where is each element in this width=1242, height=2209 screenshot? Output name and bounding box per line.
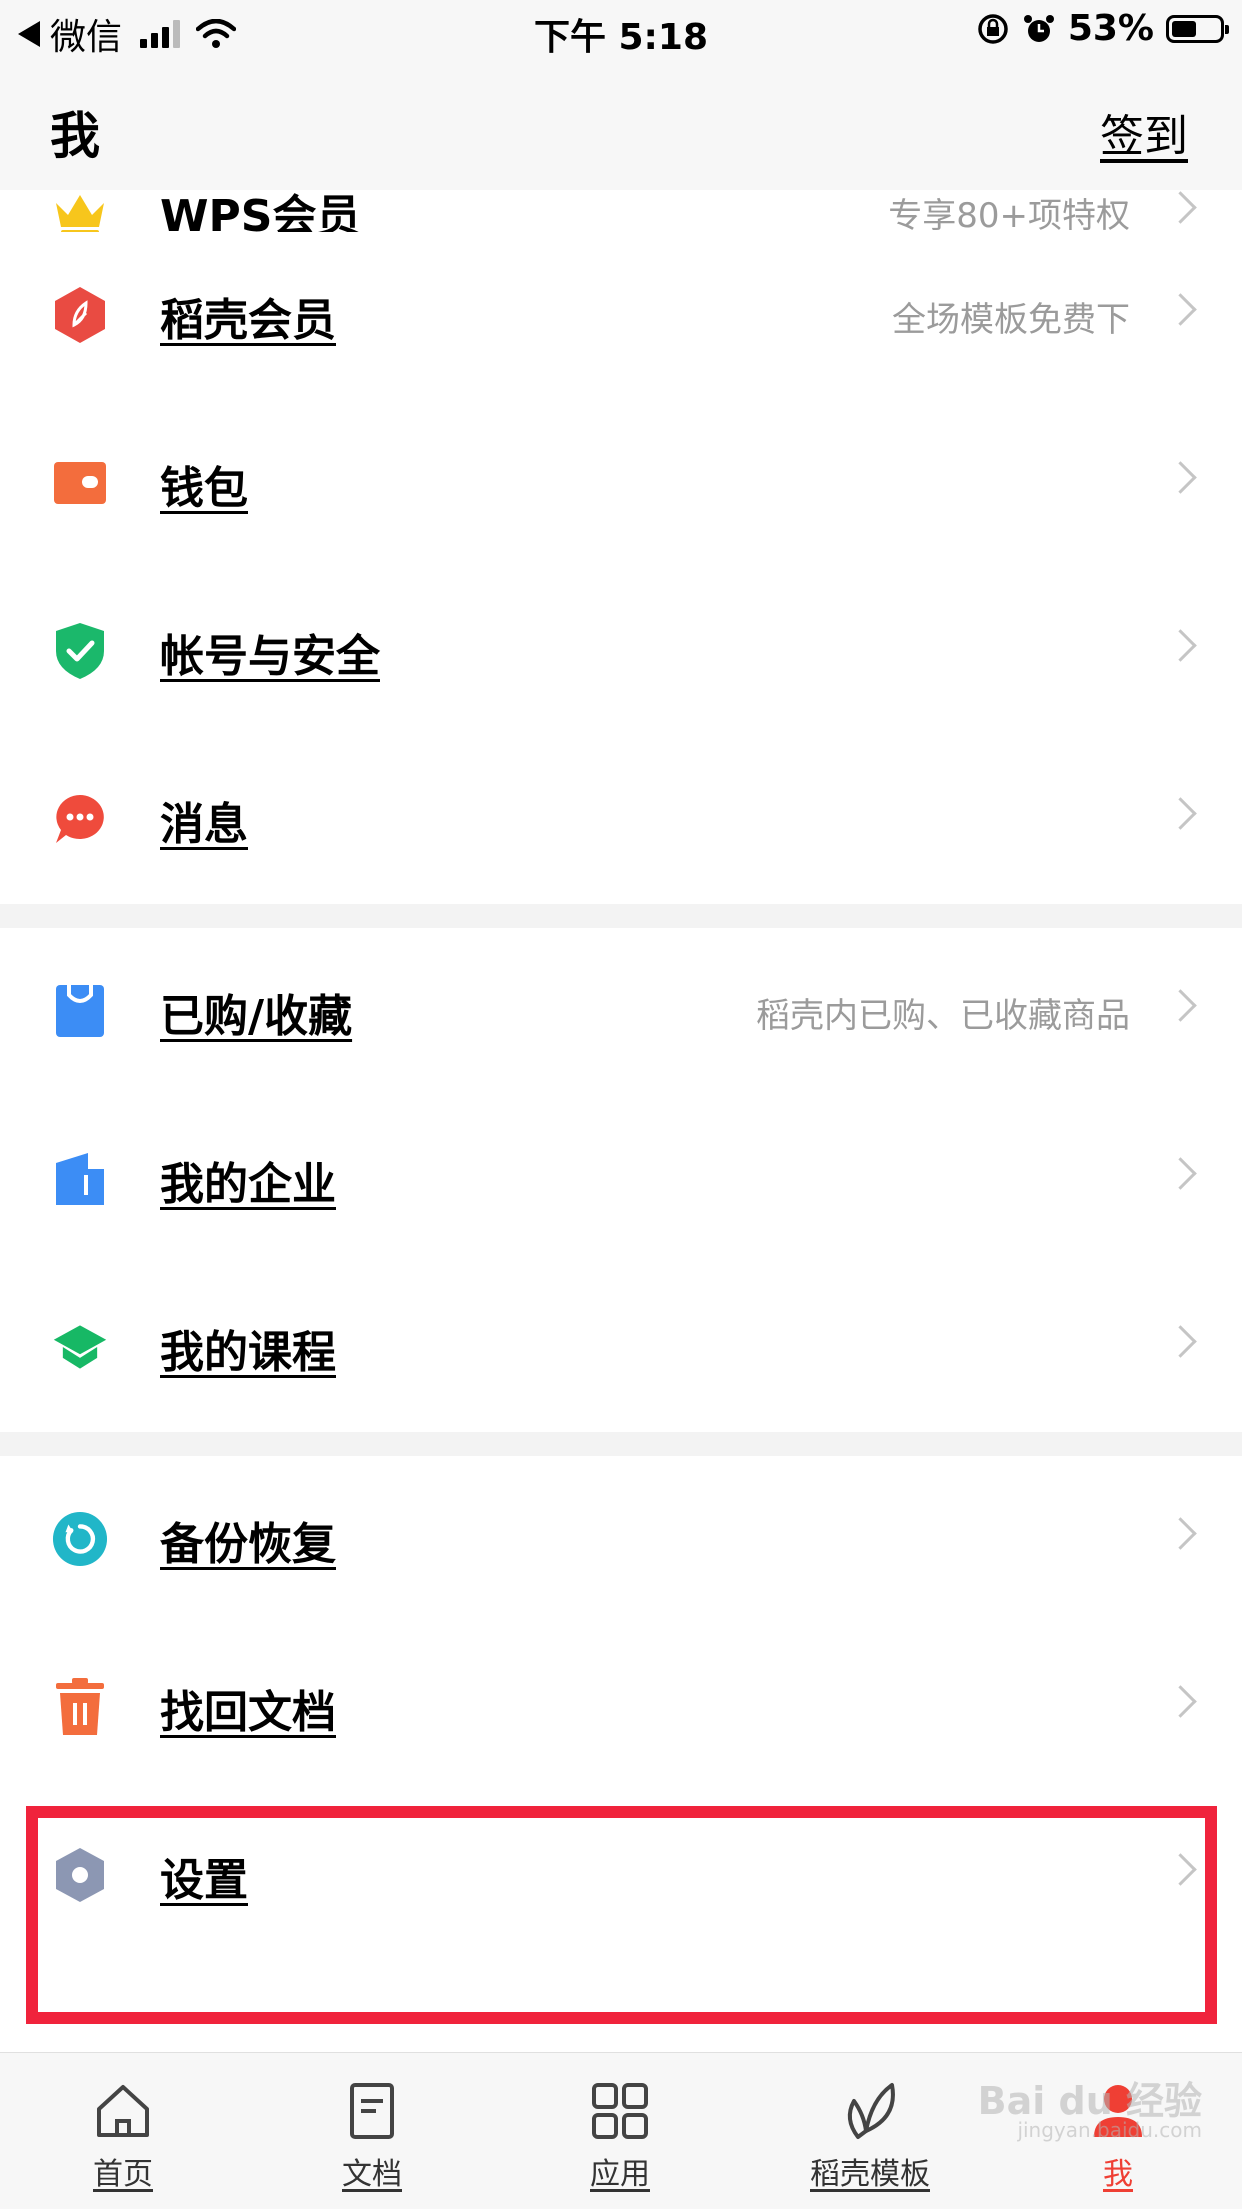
shopping-bag-icon	[52, 981, 108, 1041]
status-bar: 微信 下午 5:18 53%	[0, 0, 1242, 64]
menu-item-wallet[interactable]: 钱包	[0, 400, 1242, 568]
chevron-right-icon	[1164, 1685, 1197, 1718]
menu-item-label: 设置	[160, 1855, 248, 1906]
nav-bar: 我 签到	[0, 64, 1242, 191]
menu-item-label: 已购/收藏	[160, 991, 353, 1042]
menu-item-purchased[interactable]: 已购/收藏 稻壳内已购、已收藏商品	[0, 928, 1242, 1096]
trash-icon	[52, 1677, 108, 1737]
tab-docer-templates[interactable]: 稻壳模板	[780, 2079, 960, 2193]
menu-item-subtext: 稻壳内已购、已收藏商品	[756, 996, 1130, 1036]
tab-me[interactable]: 我	[1028, 2079, 1208, 2193]
tab-label: 我	[1103, 2157, 1133, 2192]
chat-bubble-icon	[52, 789, 108, 849]
alarm-icon	[1023, 14, 1054, 42]
chevron-right-icon	[1164, 1517, 1197, 1550]
status-right: 53%	[976, 8, 1229, 49]
menu-item-backup-restore[interactable]: 备份恢复	[0, 1456, 1242, 1624]
battery-percent: 53%	[1067, 8, 1154, 49]
chevron-right-icon	[1164, 1157, 1197, 1190]
menu-item-account-security[interactable]: 帐号与安全	[0, 568, 1242, 736]
wallet-icon	[52, 453, 108, 513]
chevron-right-icon	[1164, 191, 1197, 224]
section-divider	[0, 904, 1242, 928]
menu-item-label: 稻壳会员	[160, 295, 336, 346]
menu-item-label: 钱包	[160, 463, 248, 514]
tab-label: 文档	[342, 2157, 402, 2192]
menu-item-settings[interactable]: 设置	[0, 1792, 1242, 1960]
backup-restore-icon	[52, 1509, 108, 1569]
menu-item-messages[interactable]: 消息	[0, 736, 1242, 904]
tab-label: 稻壳模板	[810, 2157, 930, 2192]
settings-menu: WPS会员 专享80+项特权 稻壳会员 全场模板免费下 钱包 帐号与安全 消息	[0, 190, 1242, 1960]
menu-item-recover-documents[interactable]: 找回文档	[0, 1624, 1242, 1792]
chevron-right-icon	[1164, 461, 1197, 494]
page-title: 我	[50, 107, 100, 165]
document-icon	[350, 2083, 394, 2139]
menu-item-docer-member[interactable]: 稻壳会员 全场模板免费下	[0, 232, 1242, 400]
menu-item-subtext: 全场模板免费下	[892, 300, 1130, 340]
docer-hexagon-icon	[52, 285, 108, 345]
apps-grid-icon	[592, 2083, 648, 2139]
building-icon	[52, 1149, 108, 1209]
chevron-right-icon	[1164, 989, 1197, 1022]
chevron-right-icon	[1164, 1853, 1197, 1886]
tab-label: 首页	[93, 2157, 153, 2192]
menu-item-label: 帐号与安全	[160, 631, 380, 682]
section-divider	[0, 1432, 1242, 1456]
menu-item-enterprise[interactable]: 我的企业	[0, 1096, 1242, 1264]
leaf-icon	[847, 2083, 895, 2139]
graduation-cap-icon	[52, 1317, 108, 1377]
menu-item-courses[interactable]: 我的课程	[0, 1264, 1242, 1432]
checkin-button[interactable]: 签到	[1100, 100, 1188, 164]
shield-check-icon	[52, 621, 108, 681]
rotation-lock-icon	[978, 13, 1008, 44]
menu-item-label: 找回文档	[160, 1687, 336, 1738]
chevron-right-icon	[1164, 1325, 1197, 1358]
menu-item-label: 我的企业	[160, 1159, 336, 1210]
chevron-right-icon	[1164, 629, 1197, 662]
tab-label: 应用	[590, 2157, 650, 2192]
tab-bar: 首页 文档 应用 稻壳模板 我	[0, 2052, 1242, 2209]
tab-documents[interactable]: 文档	[282, 2079, 462, 2193]
chevron-right-icon	[1164, 797, 1197, 830]
home-icon	[97, 2085, 149, 2137]
battery-icon	[1166, 14, 1229, 43]
menu-item-label: 备份恢复	[160, 1519, 336, 1570]
menu-item-label: 消息	[160, 799, 248, 850]
menu-item-label: 我的课程	[160, 1327, 336, 1378]
menu-item-wps-member[interactable]: WPS会员 专享80+项特权	[0, 190, 1242, 242]
gear-hexagon-icon	[52, 1845, 108, 1905]
tab-apps[interactable]: 应用	[530, 2079, 710, 2193]
person-icon	[1094, 2085, 1142, 2137]
tab-home[interactable]: 首页	[33, 2079, 213, 2193]
chevron-right-icon	[1164, 293, 1197, 326]
menu-item-subtext: 专享80+项特权	[888, 196, 1130, 236]
